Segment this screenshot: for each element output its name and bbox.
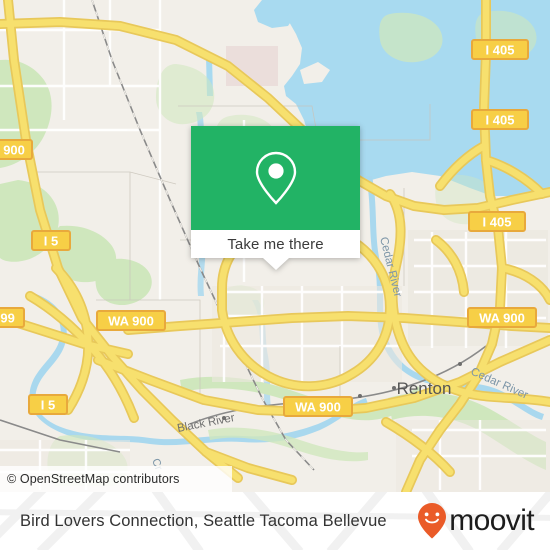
highway-shield: 599: [0, 307, 25, 328]
osm-attribution[interactable]: © OpenStreetMap contributors: [0, 466, 232, 492]
popup-image-area: [191, 126, 360, 230]
urban-block-center: [212, 286, 402, 382]
popup-cta-bar[interactable]: Take me there: [191, 230, 360, 270]
moovit-brand-logo[interactable]: moovit: [417, 502, 535, 540]
map-pin-icon: [255, 151, 296, 205]
shield-label: I 405: [486, 113, 515, 128]
moovit-pin-smile-icon: [418, 503, 447, 539]
highway-shield: I 405: [471, 109, 529, 130]
shield-label: I 5: [41, 398, 55, 413]
highway-shield: WA 900: [0, 139, 33, 160]
place-label-renton: Renton: [397, 379, 452, 398]
highway-shield: WA 900: [467, 307, 537, 328]
highway-shield: I 405: [471, 39, 529, 60]
highway-shield: I 5: [31, 230, 71, 251]
highway-shield: WA 900: [96, 310, 166, 331]
shield-label: WA 900: [479, 311, 525, 326]
shield-label: WA 900: [108, 314, 154, 329]
screenshot-root: Renton Cedar River Cedar River Black Riv…: [0, 0, 550, 550]
shield-label: WA 900: [0, 143, 25, 158]
footer-bar: Bird Lovers Connection, Seattle Tacoma B…: [0, 492, 550, 550]
shield-label: I 405: [483, 215, 512, 230]
map-popup-card[interactable]: Take me there: [191, 126, 360, 270]
shield-label: I 405: [486, 43, 515, 58]
osm-attribution-text: © OpenStreetMap contributors: [7, 472, 180, 486]
highway-shield: I 5: [28, 394, 68, 415]
page-title: Bird Lovers Connection, Seattle Tacoma B…: [20, 511, 387, 530]
moovit-wordmark: moovit: [449, 504, 534, 537]
highway-shield: WA 900: [283, 396, 353, 417]
popup-pointer-tail: [262, 258, 289, 270]
shield-label: WA 900: [295, 400, 341, 415]
map-canvas[interactable]: Renton Cedar River Cedar River Black Riv…: [0, 0, 550, 492]
shield-label: I 5: [44, 234, 58, 249]
highway-shield: I 405: [468, 211, 526, 232]
popup-cta-label: Take me there: [227, 235, 324, 253]
shield-label: 599: [0, 311, 15, 326]
